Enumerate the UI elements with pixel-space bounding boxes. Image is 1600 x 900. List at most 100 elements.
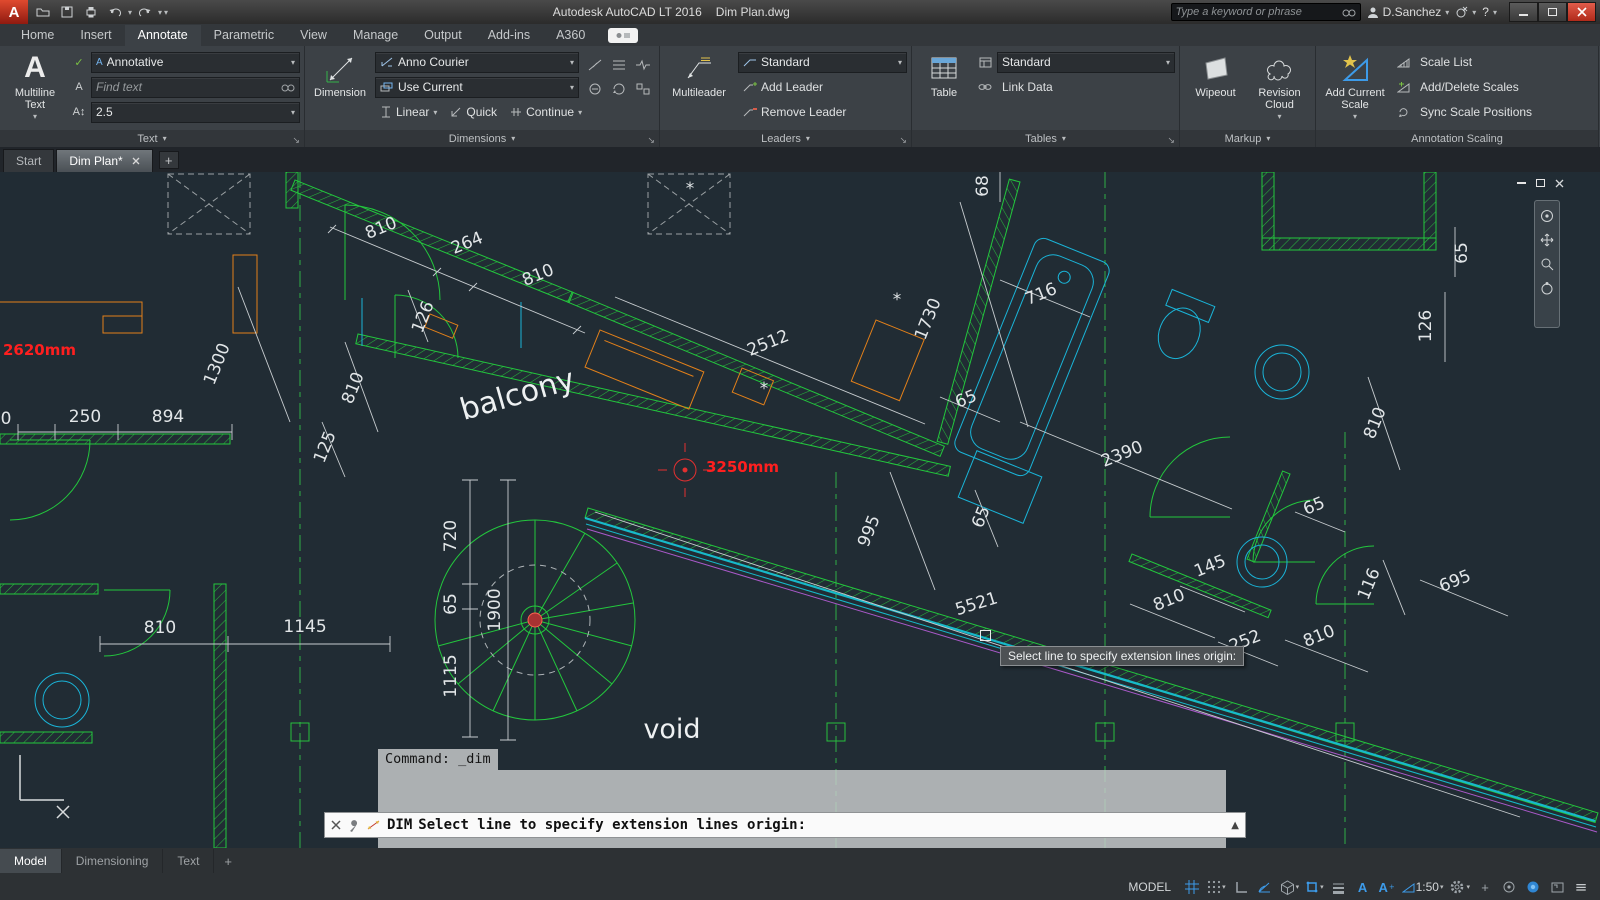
- help-menu[interactable]: ? ▾: [1482, 5, 1497, 19]
- text-style-combo[interactable]: A Annotative ▾: [91, 52, 300, 73]
- isolate-objects-icon[interactable]: [1498, 875, 1520, 899]
- customization-menu-icon[interactable]: ≡: [1570, 875, 1592, 899]
- dimensions-dialog-launcher-icon[interactable]: ↘: [647, 136, 655, 146]
- table-button[interactable]: Table: [916, 49, 972, 130]
- panel-label-markup[interactable]: Markup ▾: [1180, 130, 1315, 147]
- quick-dimension-button[interactable]: Quick: [445, 104, 502, 120]
- annotation-scale-button[interactable]: 1:50▾: [1400, 875, 1446, 899]
- file-tab-close-icon[interactable]: [132, 157, 140, 165]
- multileader-style-combo[interactable]: Standard ▾: [738, 52, 907, 73]
- communication-caret-icon[interactable]: ▾: [1472, 8, 1476, 17]
- linear-caret-icon[interactable]: ▾: [433, 108, 437, 117]
- annotation-monitor-icon[interactable]: +: [1474, 875, 1496, 899]
- ribbon-tab-output[interactable]: Output: [411, 25, 475, 46]
- undo-caret-icon[interactable]: ▾: [128, 8, 132, 17]
- ribbon-tab-view[interactable]: View: [287, 25, 340, 46]
- add-current-scale-caret-icon[interactable]: ▾: [1353, 111, 1357, 123]
- plot-icon[interactable]: [80, 2, 102, 22]
- revision-cloud-caret-icon[interactable]: ▾: [1277, 111, 1281, 123]
- scale-list-button[interactable]: Scale List: [1415, 54, 1477, 70]
- redo-icon[interactable]: [134, 2, 156, 22]
- table-style-caret-icon[interactable]: ▾: [1166, 58, 1170, 67]
- dim-update-icon[interactable]: [607, 77, 631, 101]
- save-icon[interactable]: [56, 2, 78, 22]
- ribbon-tab-a360[interactable]: A360: [543, 25, 598, 46]
- polar-tracking-icon[interactable]: [1254, 875, 1276, 899]
- find-text-input[interactable]: Find text: [91, 77, 300, 98]
- continue-caret-icon[interactable]: ▾: [578, 108, 582, 117]
- ribbon-tab-home[interactable]: Home: [8, 25, 67, 46]
- viewport-close-icon[interactable]: [1555, 179, 1564, 188]
- text-style-caret-icon[interactable]: ▾: [291, 58, 295, 67]
- dim-style-combo[interactable]: Anno Courier ▾: [375, 52, 579, 73]
- text-panel-caret-icon[interactable]: ▾: [163, 134, 167, 143]
- remove-leader-button[interactable]: Remove Leader: [738, 104, 851, 120]
- file-tab-dim-plan[interactable]: Dim Plan*: [56, 149, 152, 172]
- user-caret-icon[interactable]: ▾: [1445, 8, 1449, 17]
- dim-adjust-space-icon[interactable]: [607, 53, 631, 77]
- leaders-panel-caret-icon[interactable]: ▾: [806, 134, 810, 143]
- drawing-canvas[interactable]: 8102648101261300810125251217307166502508…: [0, 172, 1600, 848]
- panel-label-tables[interactable]: Tables ▾ ↘: [912, 130, 1179, 147]
- dim-layer-combo[interactable]: Use Current ▾: [375, 77, 579, 98]
- dim-reassociate-icon[interactable]: [631, 77, 655, 101]
- dimension-button[interactable]: Dimension: [309, 49, 371, 130]
- model-space-button[interactable]: MODEL: [1120, 875, 1179, 899]
- find-binoculars-icon[interactable]: [281, 82, 295, 93]
- annotation-visibility-icon[interactable]: A: [1352, 875, 1374, 899]
- multiline-text-button[interactable]: A Multiline Text ▾: [4, 49, 66, 130]
- annotation-autoscale-icon[interactable]: A+: [1376, 875, 1398, 899]
- link-data-button[interactable]: Link Data: [997, 79, 1058, 95]
- qat-customize-caret-icon[interactable]: ▾: [164, 8, 168, 17]
- command-history-toggle-icon[interactable]: ▲: [1231, 820, 1239, 831]
- new-layout-button[interactable]: +: [214, 854, 242, 869]
- clean-screen-icon[interactable]: [1546, 875, 1568, 899]
- panel-label-text[interactable]: Text ▾ ↘: [0, 130, 304, 147]
- command-close-icon[interactable]: [331, 820, 341, 830]
- text-dialog-launcher-icon[interactable]: ↘: [292, 136, 300, 146]
- text-height-caret-icon[interactable]: ▾: [291, 108, 295, 117]
- panel-label-leaders[interactable]: Leaders ▾ ↘: [660, 130, 911, 147]
- markup-panel-caret-icon[interactable]: ▾: [1266, 134, 1270, 143]
- search-input[interactable]: Type a keyword or phrase: [1171, 3, 1361, 21]
- linear-dimension-button[interactable]: Linear ▾: [375, 104, 442, 120]
- multileader-style-caret-icon[interactable]: ▾: [898, 58, 902, 67]
- orbit-icon[interactable]: [1540, 281, 1554, 295]
- dim-inspect-icon[interactable]: [583, 77, 607, 101]
- add-leader-button[interactable]: Add Leader: [738, 79, 828, 95]
- dim-layer-caret-icon[interactable]: ▾: [570, 83, 574, 92]
- ortho-icon[interactable]: [1230, 875, 1252, 899]
- ribbon-tab-parametric[interactable]: Parametric: [201, 25, 287, 46]
- viewport-minimize-icon[interactable]: [1517, 182, 1526, 184]
- file-tab-start[interactable]: Start: [3, 149, 54, 172]
- find-icon[interactable]: A: [70, 81, 88, 93]
- redo-caret-icon[interactable]: ▾: [158, 8, 162, 17]
- workspace-gear-icon[interactable]: ▾: [1447, 875, 1472, 899]
- multileader-button[interactable]: Multileader: [664, 49, 734, 130]
- isodraft-icon[interactable]: ▾: [1278, 875, 1302, 899]
- undo-icon[interactable]: [104, 2, 126, 22]
- ribbon-tab-manage[interactable]: Manage: [340, 25, 411, 46]
- signed-in-user[interactable]: D.Sanchez ▾: [1367, 5, 1450, 19]
- ribbon-tab-add-ins[interactable]: Add-ins: [475, 25, 543, 46]
- text-height-combo[interactable]: 2.5 ▾: [91, 102, 300, 123]
- layout-tab-text[interactable]: Text: [163, 849, 214, 873]
- tables-panel-caret-icon[interactable]: ▾: [1062, 134, 1066, 143]
- dimensions-panel-caret-icon[interactable]: ▾: [511, 134, 515, 143]
- steering-wheel-icon[interactable]: [1540, 209, 1554, 223]
- help-icon[interactable]: ?: [1482, 5, 1489, 19]
- dim-jog-line-icon[interactable]: [631, 53, 655, 77]
- lineweight-icon[interactable]: [1328, 875, 1350, 899]
- command-customize-wrench-icon[interactable]: [347, 819, 360, 832]
- application-menu-button[interactable]: A: [0, 0, 28, 24]
- viewport-restore-icon[interactable]: [1536, 179, 1545, 187]
- panel-label-dimensions[interactable]: Dimensions ▾ ↘: [305, 130, 659, 147]
- ribbon-tab-annotate[interactable]: Annotate: [125, 25, 201, 46]
- tables-dialog-launcher-icon[interactable]: ↘: [1167, 136, 1175, 146]
- panel-label-annotation-scaling[interactable]: Annotation Scaling: [1316, 130, 1598, 147]
- snap-icon[interactable]: ▾: [1205, 875, 1228, 899]
- binoculars-search-icon[interactable]: [1342, 7, 1356, 18]
- multiline-text-caret-icon[interactable]: ▾: [33, 111, 37, 123]
- minimize-button[interactable]: [1509, 2, 1538, 22]
- ribbon-tab-insert[interactable]: Insert: [67, 25, 124, 46]
